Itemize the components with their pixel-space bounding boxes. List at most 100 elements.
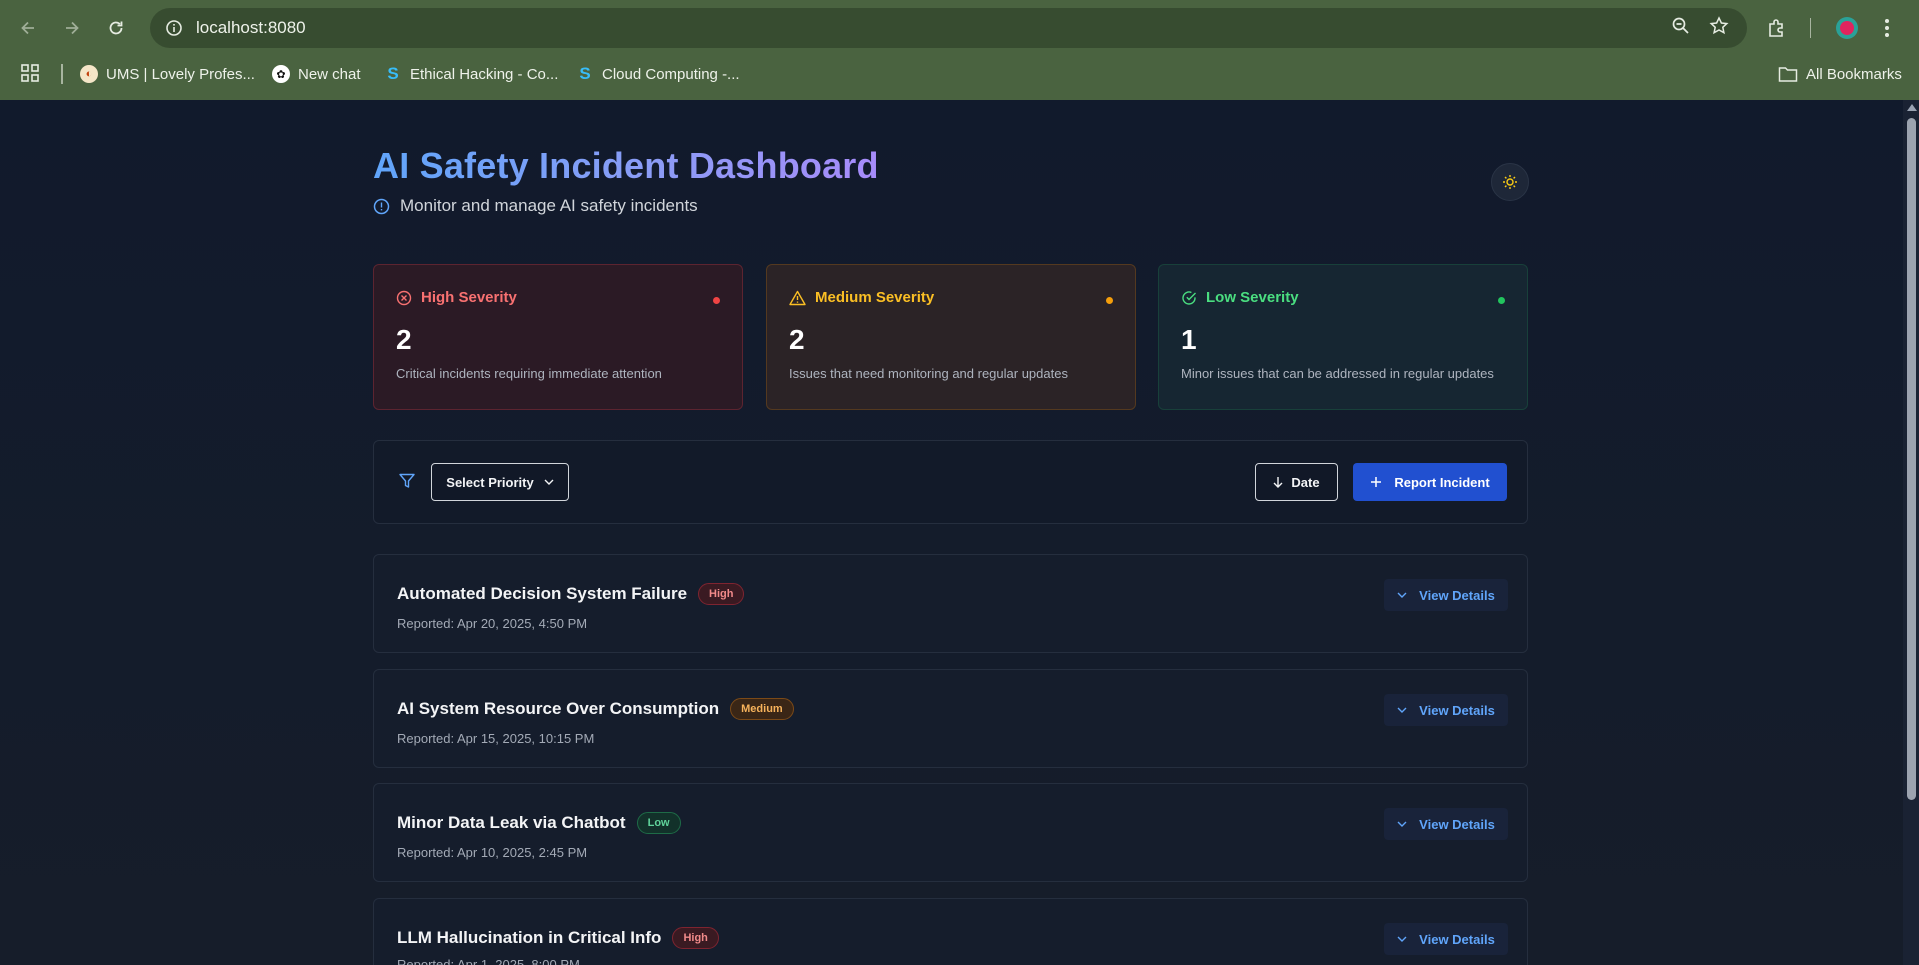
course-logo-icon: S [579, 64, 591, 83]
chevron-down-icon [1397, 592, 1407, 598]
toolbar-divider [1810, 18, 1811, 38]
incident-title: Automated Decision System Failure [397, 584, 688, 603]
bookmark-label: Ethical Hacking - Co... [410, 65, 559, 83]
check-circle-icon [1182, 290, 1196, 305]
status-dot [1498, 297, 1505, 304]
reload-button[interactable] [100, 12, 132, 44]
x-circle-icon [396, 290, 412, 305]
more-vert-icon [1885, 19, 1889, 37]
incident-card: LLM Hallucination in Critical Info High … [373, 898, 1528, 965]
card-count: 2 [396, 324, 412, 355]
chevron-down-icon [544, 479, 554, 485]
bookmark-new-chat[interactable]: ✿ New chat [272, 61, 361, 87]
all-bookmarks-label: All Bookmarks [1806, 65, 1902, 83]
view-details-button[interactable]: View Details [1384, 808, 1508, 840]
severity-badge: Medium [730, 698, 794, 720]
card-header: Medium Severity [789, 289, 1113, 306]
card-count: 1 [1181, 324, 1197, 355]
bookmark-label: Cloud Computing -... [602, 65, 740, 83]
incident-date: Reported: Apr 1, 2025, 8:00 PM [397, 957, 580, 965]
bookmark-label: New chat [298, 65, 361, 83]
card-label: Medium Severity [815, 289, 935, 306]
card-description: Issues that need monitoring and regular … [789, 366, 1068, 381]
bookmark-star-icon[interactable] [1709, 16, 1729, 36]
url-text: localhost:8080 [196, 18, 306, 37]
sort-date-button[interactable]: Date [1255, 463, 1338, 501]
zoom-icon[interactable] [1671, 16, 1691, 36]
browser-chrome: localhost:8080 ◐ UMS | Lovely Profes... … [0, 0, 1919, 100]
site-info-icon[interactable] [162, 16, 186, 40]
bookmark-cloud-computing[interactable]: S Cloud Computing -... [576, 61, 740, 87]
incident-date: Reported: Apr 20, 2025, 4:50 PM [397, 616, 588, 631]
incident-title: AI System Resource Over Consumption [397, 699, 720, 718]
filter-bar: Select Priority Date Report Incident [373, 440, 1528, 524]
view-details-button[interactable]: View Details [1384, 579, 1508, 611]
card-label: High Severity [421, 289, 517, 306]
apps-grid-icon[interactable] [20, 63, 40, 88]
page-title: AI Safety Incident Dashboard [373, 145, 879, 186]
view-details-label: View Details [1419, 931, 1495, 947]
chevron-down-icon [1397, 936, 1407, 942]
report-incident-button[interactable]: Report Incident [1353, 463, 1507, 501]
view-details-label: View Details [1419, 587, 1495, 603]
bookmark-label: UMS | Lovely Profes... [106, 65, 255, 83]
incident-card: Minor Data Leak via Chatbot Low Reported… [373, 783, 1528, 882]
view-details-label: View Details [1419, 702, 1495, 718]
plus-icon [1371, 477, 1382, 487]
warning-triangle-icon [789, 290, 806, 305]
scroll-up-arrow-icon[interactable] [1907, 104, 1917, 111]
arrow-right-icon [66, 21, 79, 35]
filter-icon [399, 473, 415, 488]
theme-toggle-button[interactable] [1491, 163, 1529, 201]
scrollbar-thumb[interactable] [1907, 118, 1916, 800]
high-severity-card: High Severity 2 Critical incidents requi… [373, 264, 743, 410]
profile-avatar[interactable] [1836, 12, 1858, 44]
status-dot [1106, 297, 1113, 304]
view-details-button[interactable]: View Details [1384, 694, 1508, 726]
view-details-button[interactable]: View Details [1384, 923, 1508, 955]
card-header: High Severity [396, 289, 720, 306]
card-description: Critical incidents requiring immediate a… [396, 366, 662, 381]
reload-icon [109, 21, 123, 35]
browser-menu-button[interactable] [1884, 12, 1890, 44]
bookmark-ums[interactable]: ◐ UMS | Lovely Profes... [80, 61, 255, 87]
arrow-down-icon [1273, 477, 1283, 488]
back-button[interactable] [12, 12, 44, 44]
puzzle-icon [1769, 19, 1783, 37]
priority-select-label: Select Priority [446, 474, 534, 490]
arrow-left-icon [21, 21, 34, 35]
forward-button[interactable] [56, 12, 88, 44]
sun-icon [1503, 175, 1517, 189]
sort-date-label: Date [1291, 474, 1320, 490]
card-header: Low Severity [1181, 289, 1505, 306]
report-incident-label: Report Incident [1394, 474, 1490, 490]
bookmark-ethical-hacking[interactable]: S Ethical Hacking - Co... [384, 61, 558, 87]
bookmarks-divider [61, 64, 63, 84]
extensions-button[interactable] [1766, 12, 1788, 44]
openai-logo-icon: ✿ [272, 65, 290, 83]
ums-logo-icon: ◐ [80, 65, 98, 83]
view-details-label: View Details [1419, 816, 1495, 832]
status-dot [713, 297, 720, 304]
folder-icon [1778, 67, 1798, 82]
incident-card: Automated Decision System Failure High R… [373, 554, 1528, 653]
subtitle-text: Monitor and manage AI safety incidents [400, 196, 698, 215]
card-description: Minor issues that can be addressed in re… [1181, 366, 1494, 381]
chevron-down-icon [1397, 821, 1407, 827]
medium-severity-card: Medium Severity 2 Issues that need monit… [766, 264, 1136, 410]
incident-card: AI System Resource Over Consumption Medi… [373, 669, 1528, 768]
severity-badge: High [698, 583, 745, 605]
priority-select[interactable]: Select Priority [431, 463, 569, 501]
severity-badge: High [672, 927, 719, 949]
incident-title: LLM Hallucination in Critical Info [397, 928, 662, 947]
card-count: 2 [789, 324, 805, 355]
address-bar[interactable]: localhost:8080 [150, 8, 1747, 48]
course-logo-icon: S [387, 64, 399, 83]
info-icon [373, 198, 390, 214]
all-bookmarks[interactable]: All Bookmarks [1778, 61, 1902, 87]
page-subtitle: Monitor and manage AI safety incidents [373, 196, 698, 216]
low-severity-card: Low Severity 1 Minor issues that can be … [1158, 264, 1528, 410]
chevron-down-icon [1397, 707, 1407, 713]
incident-title: Minor Data Leak via Chatbot [397, 813, 626, 832]
incident-date: Reported: Apr 15, 2025, 10:15 PM [397, 731, 595, 746]
